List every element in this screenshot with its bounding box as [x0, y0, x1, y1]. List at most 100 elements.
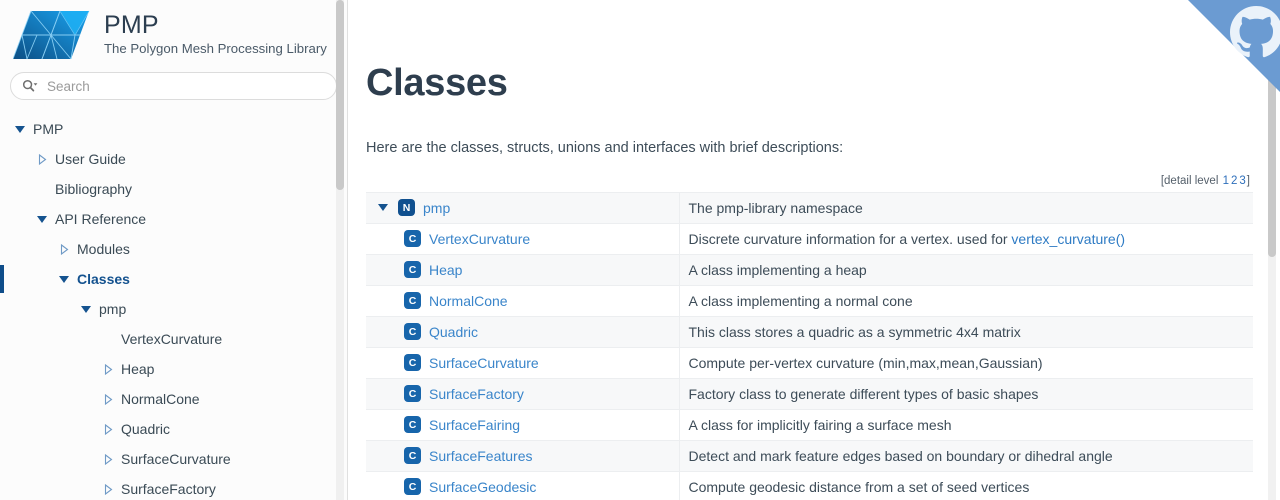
brand-title: PMP [104, 10, 159, 39]
table-row: C NormalCone A class implementing a normal… [366, 285, 1253, 317]
table-row: C VertexCurvature Discrete curvature infor… [366, 223, 1253, 255]
chevron-down-icon[interactable] [78, 305, 94, 313]
sidebar-item-label: NormalCone [121, 391, 200, 407]
table-row: C Quadric This class stores a quadric as a… [366, 316, 1253, 348]
sidebar-item-label: Heap [121, 361, 155, 377]
chevron-right-icon[interactable] [100, 483, 116, 495]
class-badge-icon: C [404, 478, 421, 496]
class-badge-icon: C [404, 447, 421, 465]
class-description-cell: A class implementing a normal cone [678, 285, 1253, 317]
classes-table: Npmp The pmp-library namespace C VertexCurv… [366, 191, 1253, 500]
class-description-cell: Compute geodesic distance from a set of … [678, 471, 1253, 500]
table-row: C SurfaceCurvature Compute per-vertex curv… [366, 347, 1253, 379]
class-name-cell: Npmp [366, 192, 679, 223]
sidebar-item-normalcone[interactable]: NormalCone [0, 384, 347, 414]
class-link[interactable]: SurfaceFairing [429, 417, 520, 433]
class-name-cell: C SurfaceFairing [366, 409, 679, 440]
class-link[interactable]: SurfaceGeodesic [429, 479, 536, 495]
sidebar-item-vertexcurvature[interactable]: VertexCurvature [0, 324, 347, 354]
table-row: C SurfaceFeatures Detect and mark feature … [366, 440, 1253, 472]
class-name-cell: C SurfaceGeodesic [366, 471, 679, 500]
class-name-cell: C Heap [366, 254, 679, 285]
sidebar-item-label: PMP [33, 121, 64, 137]
class-link[interactable]: SurfaceFactory [429, 386, 524, 402]
table-row: C SurfaceGeodesic Compute geodesic distanc… [366, 471, 1253, 500]
sidebar-item-bibliography[interactable]: Bibliography [0, 174, 347, 204]
class-description-cell: A class implementing a heap [678, 254, 1253, 286]
sidebar-item-user-guide[interactable]: User Guide [0, 144, 347, 174]
sidebar-item-label: API Reference [55, 211, 147, 227]
chevron-down-icon[interactable] [34, 215, 50, 223]
sidebar-item-modules[interactable]: Modules [0, 234, 347, 264]
class-description-text: Discrete curvature information for a ver… [688, 230, 1012, 247]
sidebar-item-label: pmp [99, 301, 127, 317]
class-description-text: The pmp-library namespace [688, 199, 863, 216]
class-description-cell: Factory class to generate different type… [678, 378, 1253, 410]
detail-level-selector: [detail level 1 2 3] [366, 175, 1280, 187]
navigation-tree: PMP User Guide Bibliography API Reference Mo… [0, 114, 347, 500]
sidebar-item-quadric[interactable]: Quadric [0, 414, 347, 444]
chevron-right-icon[interactable] [56, 243, 72, 255]
class-badge-icon: C [404, 230, 421, 248]
sidebar-item-pmp[interactable]: pmp [0, 294, 347, 324]
chevron-right-icon[interactable] [100, 393, 116, 405]
intro-text: Here are the classes, structs, unions an… [366, 139, 844, 156]
class-description-text: A class implementing a normal cone [688, 292, 913, 309]
class-description-text: A class for implicitly fairing a surface… [688, 416, 952, 433]
sidebar-item-heap[interactable]: Heap [0, 354, 347, 384]
sidebar-item-label: User Guide [55, 151, 126, 167]
search-box[interactable] [10, 72, 337, 100]
class-description-cell: Compute per-vertex curvature (min,max,me… [678, 347, 1253, 379]
sidebar-item-label: Quadric [121, 421, 171, 437]
description-reference-link[interactable]: vertex_curvature() [1011, 231, 1125, 247]
class-description-cell: A class for implicitly fairing a surface… [678, 409, 1253, 441]
search-input[interactable] [47, 78, 326, 94]
class-name-cell: C Quadric [366, 316, 679, 347]
class-description-cell: Discrete curvature information for a ver… [678, 223, 1253, 255]
detail-level-suffix: ] [1246, 174, 1250, 187]
detail-level-3[interactable]: 3 [1239, 175, 1245, 187]
chevron-down-icon[interactable] [56, 275, 72, 283]
class-name-cell: C VertexCurvature [366, 223, 679, 254]
sidebar-item-surfacecurvature[interactable]: SurfaceCurvature [0, 444, 347, 474]
sidebar-item-label: SurfaceFactory [121, 481, 216, 497]
main-content: Classes Here are the classes, structs, u… [349, 0, 1280, 500]
class-badge-icon: C [404, 292, 421, 310]
sidebar-item-pmp[interactable]: PMP [0, 114, 347, 144]
class-name-cell: C SurfaceFactory [366, 378, 679, 409]
search-icon[interactable] [22, 79, 38, 93]
chevron-right-icon[interactable] [100, 363, 116, 375]
chevron-right-icon[interactable] [100, 453, 116, 465]
sidebar-item-label: Modules [77, 241, 130, 257]
class-link[interactable]: pmp [423, 200, 450, 216]
class-badge-icon: C [404, 261, 421, 279]
class-description-cell: Detect and mark feature edges based on b… [678, 440, 1253, 472]
class-link[interactable]: NormalCone [429, 293, 508, 309]
class-link[interactable]: VertexCurvature [429, 231, 530, 247]
brand-subtitle: The Polygon Mesh Processing Library [104, 41, 327, 57]
brand-header[interactable]: PMP The Polygon Mesh Processing Library [0, 0, 347, 66]
class-link[interactable]: SurfaceCurvature [429, 355, 539, 371]
chevron-down-icon[interactable] [376, 204, 390, 212]
class-link[interactable]: Heap [429, 262, 462, 278]
github-fork-ribbon[interactable] [1170, 0, 1280, 110]
sidebar-item-surfacefactory[interactable]: SurfaceFactory [0, 474, 347, 500]
sidebar-item-classes[interactable]: Classes [0, 264, 347, 294]
sidebar-item-api-reference[interactable]: API Reference [0, 204, 347, 234]
sidebar-scrollbar-thumb[interactable] [336, 0, 344, 190]
detail-level-1[interactable]: 1 [1223, 175, 1229, 187]
search-row [0, 66, 347, 100]
main-inner: Classes Here are the classes, structs, u… [349, 62, 1280, 500]
class-link[interactable]: Quadric [429, 324, 478, 340]
chevron-right-icon[interactable] [100, 423, 116, 435]
class-description-cell: This class stores a quadric as a symmetr… [678, 316, 1253, 348]
chevron-right-icon[interactable] [34, 153, 50, 165]
class-badge-icon: C [404, 354, 421, 372]
class-description-text: This class stores a quadric as a symmetr… [688, 323, 1021, 340]
pmp-mesh-logo-icon [12, 8, 92, 62]
chevron-down-icon[interactable] [12, 125, 28, 133]
class-description-text: Detect and mark feature edges based on b… [688, 447, 1113, 464]
class-link[interactable]: SurfaceFeatures [429, 448, 533, 464]
sidebar-item-label: VertexCurvature [121, 331, 223, 347]
detail-level-2[interactable]: 2 [1231, 175, 1237, 187]
